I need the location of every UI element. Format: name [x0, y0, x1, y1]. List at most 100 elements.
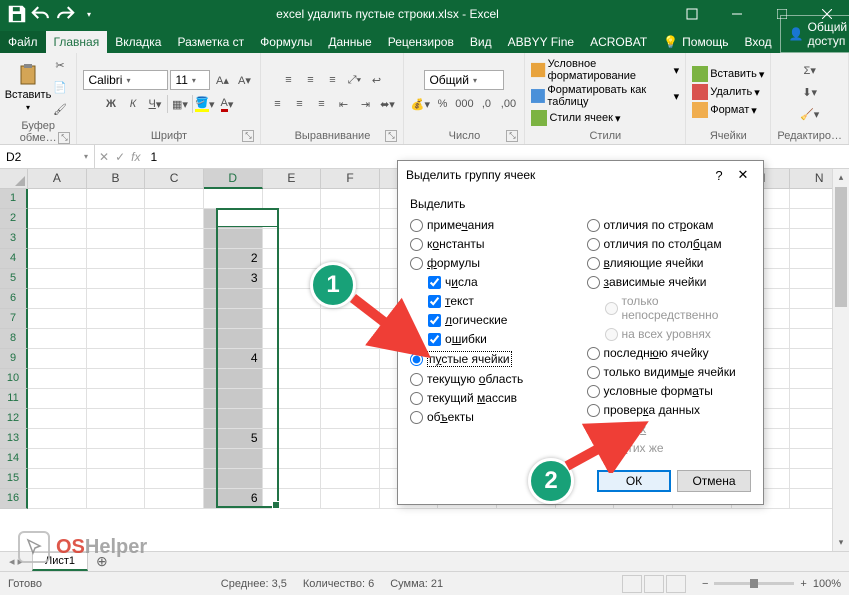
cell[interactable]: [28, 329, 87, 349]
fill-color-icon[interactable]: 🪣▾: [195, 94, 215, 114]
align-center-icon[interactable]: ≡: [289, 94, 309, 114]
cell[interactable]: [145, 449, 204, 469]
cell[interactable]: [87, 409, 146, 429]
cell[interactable]: 4: [204, 349, 263, 369]
cell[interactable]: [321, 189, 380, 209]
tab-file[interactable]: Файл: [0, 31, 46, 53]
option-dep[interactable]: зависимые ячейки: [587, 274, 752, 290]
font-name-dropdown[interactable]: Calibri▾: [83, 70, 168, 90]
cell[interactable]: [145, 489, 204, 509]
cell[interactable]: [321, 489, 380, 509]
cell[interactable]: [263, 249, 322, 269]
row-header[interactable]: 6: [0, 289, 28, 309]
format-button[interactable]: Формат ▾: [692, 102, 757, 118]
qat-customize-icon[interactable]: ▾: [78, 3, 100, 25]
option-visible[interactable]: только видимые ячейки: [587, 364, 752, 380]
tab-вид[interactable]: Вид: [462, 31, 500, 53]
option-blanks[interactable]: пустые ячейки: [410, 350, 575, 368]
share-button[interactable]: 👤Общий доступ: [780, 15, 849, 53]
help-button[interactable]: 💡Помощь: [655, 31, 736, 53]
cell[interactable]: [204, 449, 263, 469]
cell[interactable]: [263, 349, 322, 369]
cell[interactable]: [87, 489, 146, 509]
cell[interactable]: [145, 289, 204, 309]
option-logic[interactable]: логические: [410, 312, 575, 328]
cell[interactable]: [263, 489, 322, 509]
cell[interactable]: [263, 189, 322, 209]
zoom-level[interactable]: 100%: [813, 578, 841, 590]
cell[interactable]: [145, 369, 204, 389]
cell[interactable]: 1: [204, 209, 263, 229]
cell[interactable]: 5: [204, 429, 263, 449]
option-prec[interactable]: влияющие ячейки: [587, 255, 752, 271]
name-box[interactable]: D2▾: [0, 145, 95, 168]
option-col-diff[interactable]: отличия по столбцам: [587, 236, 752, 252]
cell[interactable]: [321, 409, 380, 429]
option-cond-fmt[interactable]: условные форматы: [587, 383, 752, 399]
tab-acrobat[interactable]: ACROBAT: [582, 31, 655, 53]
font-color-icon[interactable]: А▾: [217, 94, 237, 114]
row-header[interactable]: 15: [0, 469, 28, 489]
increase-indent-icon[interactable]: ⇥: [355, 94, 375, 114]
cell[interactable]: [204, 229, 263, 249]
italic-icon[interactable]: К: [123, 94, 143, 114]
cell[interactable]: [145, 329, 204, 349]
cell[interactable]: [263, 229, 322, 249]
cell[interactable]: [28, 269, 87, 289]
tab-разметка ст[interactable]: Разметка ст: [169, 31, 252, 53]
align-left-icon[interactable]: ≡: [267, 94, 287, 114]
cell[interactable]: [145, 309, 204, 329]
cell[interactable]: [28, 189, 87, 209]
cell[interactable]: [204, 329, 263, 349]
cell[interactable]: [204, 469, 263, 489]
undo-icon[interactable]: [30, 3, 52, 25]
cell[interactable]: [321, 369, 380, 389]
align-top-icon[interactable]: ≡: [278, 70, 298, 90]
row-header[interactable]: 3: [0, 229, 28, 249]
cell[interactable]: [263, 369, 322, 389]
close-icon[interactable]: ✕: [731, 167, 755, 183]
align-middle-icon[interactable]: ≡: [300, 70, 320, 90]
conditional-formatting-button[interactable]: Условное форматирование ▾: [531, 58, 679, 82]
row-header[interactable]: 7: [0, 309, 28, 329]
cell[interactable]: [28, 369, 87, 389]
cell[interactable]: [87, 369, 146, 389]
cell[interactable]: [263, 409, 322, 429]
cell[interactable]: [263, 449, 322, 469]
cell[interactable]: [145, 269, 204, 289]
insert-button[interactable]: Вставить ▾: [692, 66, 764, 82]
fx-icon[interactable]: fx: [131, 150, 140, 164]
fill-icon[interactable]: ⬇▾: [800, 82, 820, 102]
bold-icon[interactable]: Ж: [101, 94, 121, 114]
cut-icon[interactable]: ✂: [50, 55, 70, 75]
cell[interactable]: [87, 289, 146, 309]
percent-icon[interactable]: %: [432, 94, 452, 114]
cell[interactable]: 3: [204, 269, 263, 289]
option-formulas[interactable]: формулы: [410, 255, 575, 271]
launcher-icon[interactable]: ⤡: [385, 130, 397, 142]
copy-icon[interactable]: 📄: [50, 77, 70, 97]
select-all-button[interactable]: [0, 169, 28, 189]
cell[interactable]: 2: [204, 249, 263, 269]
option-text[interactable]: текст: [410, 293, 575, 309]
increase-decimal-icon[interactable]: ,0: [476, 94, 496, 114]
option-notes[interactable]: примечания: [410, 217, 575, 233]
cell[interactable]: [263, 329, 322, 349]
cell[interactable]: [145, 389, 204, 409]
cell[interactable]: 6: [204, 489, 263, 509]
paste-button[interactable]: Вставить▾: [6, 61, 50, 114]
column-header[interactable]: A: [28, 169, 87, 189]
cell[interactable]: [87, 229, 146, 249]
cell[interactable]: [321, 209, 380, 229]
cell[interactable]: [145, 349, 204, 369]
cell[interactable]: [204, 309, 263, 329]
cell[interactable]: [28, 289, 87, 309]
launcher-icon[interactable]: ⤡: [242, 130, 254, 142]
row-header[interactable]: 14: [0, 449, 28, 469]
option-objects[interactable]: объекты: [410, 409, 575, 425]
row-header[interactable]: 2: [0, 209, 28, 229]
decrease-font-icon[interactable]: A▾: [234, 70, 254, 90]
cell[interactable]: [28, 449, 87, 469]
cell[interactable]: [145, 469, 204, 489]
page-layout-view-icon[interactable]: [644, 575, 664, 593]
